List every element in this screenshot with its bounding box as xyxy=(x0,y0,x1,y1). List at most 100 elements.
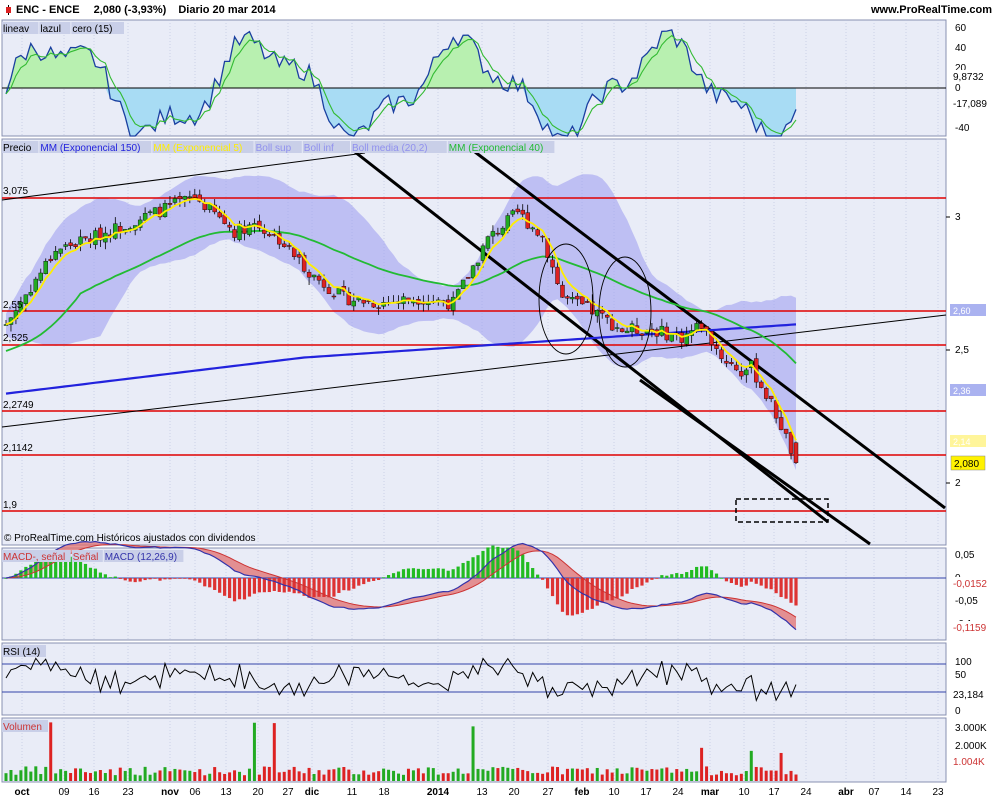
macd-histogram-bar xyxy=(714,573,719,578)
macd-histogram-bar xyxy=(481,550,485,578)
volume-bar xyxy=(560,774,564,781)
candle-body xyxy=(793,442,799,463)
macd-histogram-bar xyxy=(312,578,316,598)
volume-bar xyxy=(153,772,157,781)
x-axis-label: 23 xyxy=(932,787,944,798)
volume-bar xyxy=(496,768,500,781)
macd-histogram-bar xyxy=(203,578,207,587)
macd-histogram-bar xyxy=(511,548,515,578)
macd-histogram-bar xyxy=(605,578,609,601)
macd-histogram-bar xyxy=(451,569,455,578)
macd-histogram-bar xyxy=(536,574,540,578)
volume-bar xyxy=(272,723,276,781)
macd-histogram-bar xyxy=(416,568,420,578)
lazul-value-tag: 9,8732 xyxy=(953,72,984,83)
macd-histogram-bar xyxy=(158,578,162,581)
candle-body xyxy=(515,208,520,213)
macd-histogram-bar xyxy=(188,578,192,580)
volume-bar xyxy=(108,769,112,781)
volume-bar xyxy=(14,774,18,781)
level-tag-text: 2,60 xyxy=(953,306,971,316)
x-axis-label: 23 xyxy=(122,787,134,798)
x-axis-label: 07 xyxy=(868,787,880,798)
price-panel-bg xyxy=(1,138,947,546)
volume-bar xyxy=(397,773,401,781)
candle-body xyxy=(43,260,48,274)
candle-body xyxy=(565,296,570,299)
macd-histogram-bar xyxy=(242,578,247,600)
candle-body xyxy=(361,299,366,304)
volume-bar xyxy=(476,768,480,781)
macd-histogram-bar xyxy=(213,578,217,590)
candle-body xyxy=(580,296,585,305)
volume-bar xyxy=(198,769,202,781)
volume-bar xyxy=(312,774,316,781)
candle-body xyxy=(267,234,272,237)
price-legend-item: MM (Exponencial 5) xyxy=(153,143,242,154)
macd-histogram-bar xyxy=(784,578,788,599)
volume-bar xyxy=(238,771,242,781)
volume-bar xyxy=(213,767,217,781)
macd-histogram-bar xyxy=(560,578,565,612)
x-axis-label: 13 xyxy=(220,787,232,798)
candle-body xyxy=(550,259,555,268)
macd-histogram-bar xyxy=(377,578,381,581)
volume-bar xyxy=(163,767,167,781)
volume-bar xyxy=(456,768,460,781)
volume-bar xyxy=(779,752,783,781)
volume-bar xyxy=(223,773,227,781)
candle-body xyxy=(555,266,560,284)
rsi-value-tag: 23,184 xyxy=(953,690,984,701)
macd-histogram-bar xyxy=(759,578,763,586)
rsi-panel-bg xyxy=(1,642,947,716)
volume-bar xyxy=(387,769,391,781)
volume-bar xyxy=(451,771,455,781)
candle-body xyxy=(475,262,481,266)
macd-histogram-bar xyxy=(372,578,376,581)
candle-body xyxy=(227,224,232,228)
x-axis-label: 18 xyxy=(378,787,390,798)
chart-svg[interactable]: 3,075 2,55 2,525 2,2749 2,1142 1,9 Precio MM (E… xyxy=(0,0,1000,800)
macd-histogram-bar xyxy=(739,578,743,587)
macd-histogram-bar xyxy=(645,578,649,583)
candle-body xyxy=(296,254,302,258)
volume-bar xyxy=(516,767,520,781)
candle-body xyxy=(48,258,53,262)
macd-histogram-bar xyxy=(426,568,430,578)
macd-histogram-bar xyxy=(670,574,674,578)
macd-histogram-bar xyxy=(257,578,261,593)
macd-histogram-bar xyxy=(173,578,177,579)
candle-body xyxy=(619,328,625,332)
price-legend-item: Precio xyxy=(3,143,32,154)
candle-body xyxy=(83,236,88,239)
candle-body xyxy=(172,198,178,203)
macd-histogram-bar xyxy=(749,578,753,582)
macd-histogram-bar xyxy=(690,569,694,578)
macd-histogram-bar xyxy=(650,578,654,580)
volume-bar xyxy=(44,766,48,781)
x-axis-label: 16 xyxy=(88,787,100,798)
macd-histogram-bar xyxy=(382,577,386,579)
candle-body xyxy=(450,296,456,311)
x-axis-label: 27 xyxy=(282,787,294,798)
macd-histogram-bar xyxy=(327,578,331,598)
candle-body xyxy=(480,245,486,261)
volume-bar xyxy=(705,766,709,781)
volume-bar xyxy=(645,770,649,781)
volume-bar xyxy=(59,769,63,781)
candle-body xyxy=(669,333,674,342)
volume-bar xyxy=(74,768,78,781)
candle-body xyxy=(495,232,501,235)
macd-histogram-bar xyxy=(262,578,266,593)
volume-bar xyxy=(64,770,68,781)
macd-histogram-bar xyxy=(421,569,425,578)
x-axis-label: mar xyxy=(701,787,719,798)
volume-bar xyxy=(79,768,83,781)
x-axis-label: dic xyxy=(305,787,320,798)
macd-histogram-bar xyxy=(665,575,669,578)
x-axis-label: 17 xyxy=(768,787,780,798)
candle-body xyxy=(331,295,337,298)
lazul-axis-tick: -40 xyxy=(955,123,970,134)
macd-histogram-bar xyxy=(456,566,460,578)
candle-body xyxy=(351,300,356,307)
